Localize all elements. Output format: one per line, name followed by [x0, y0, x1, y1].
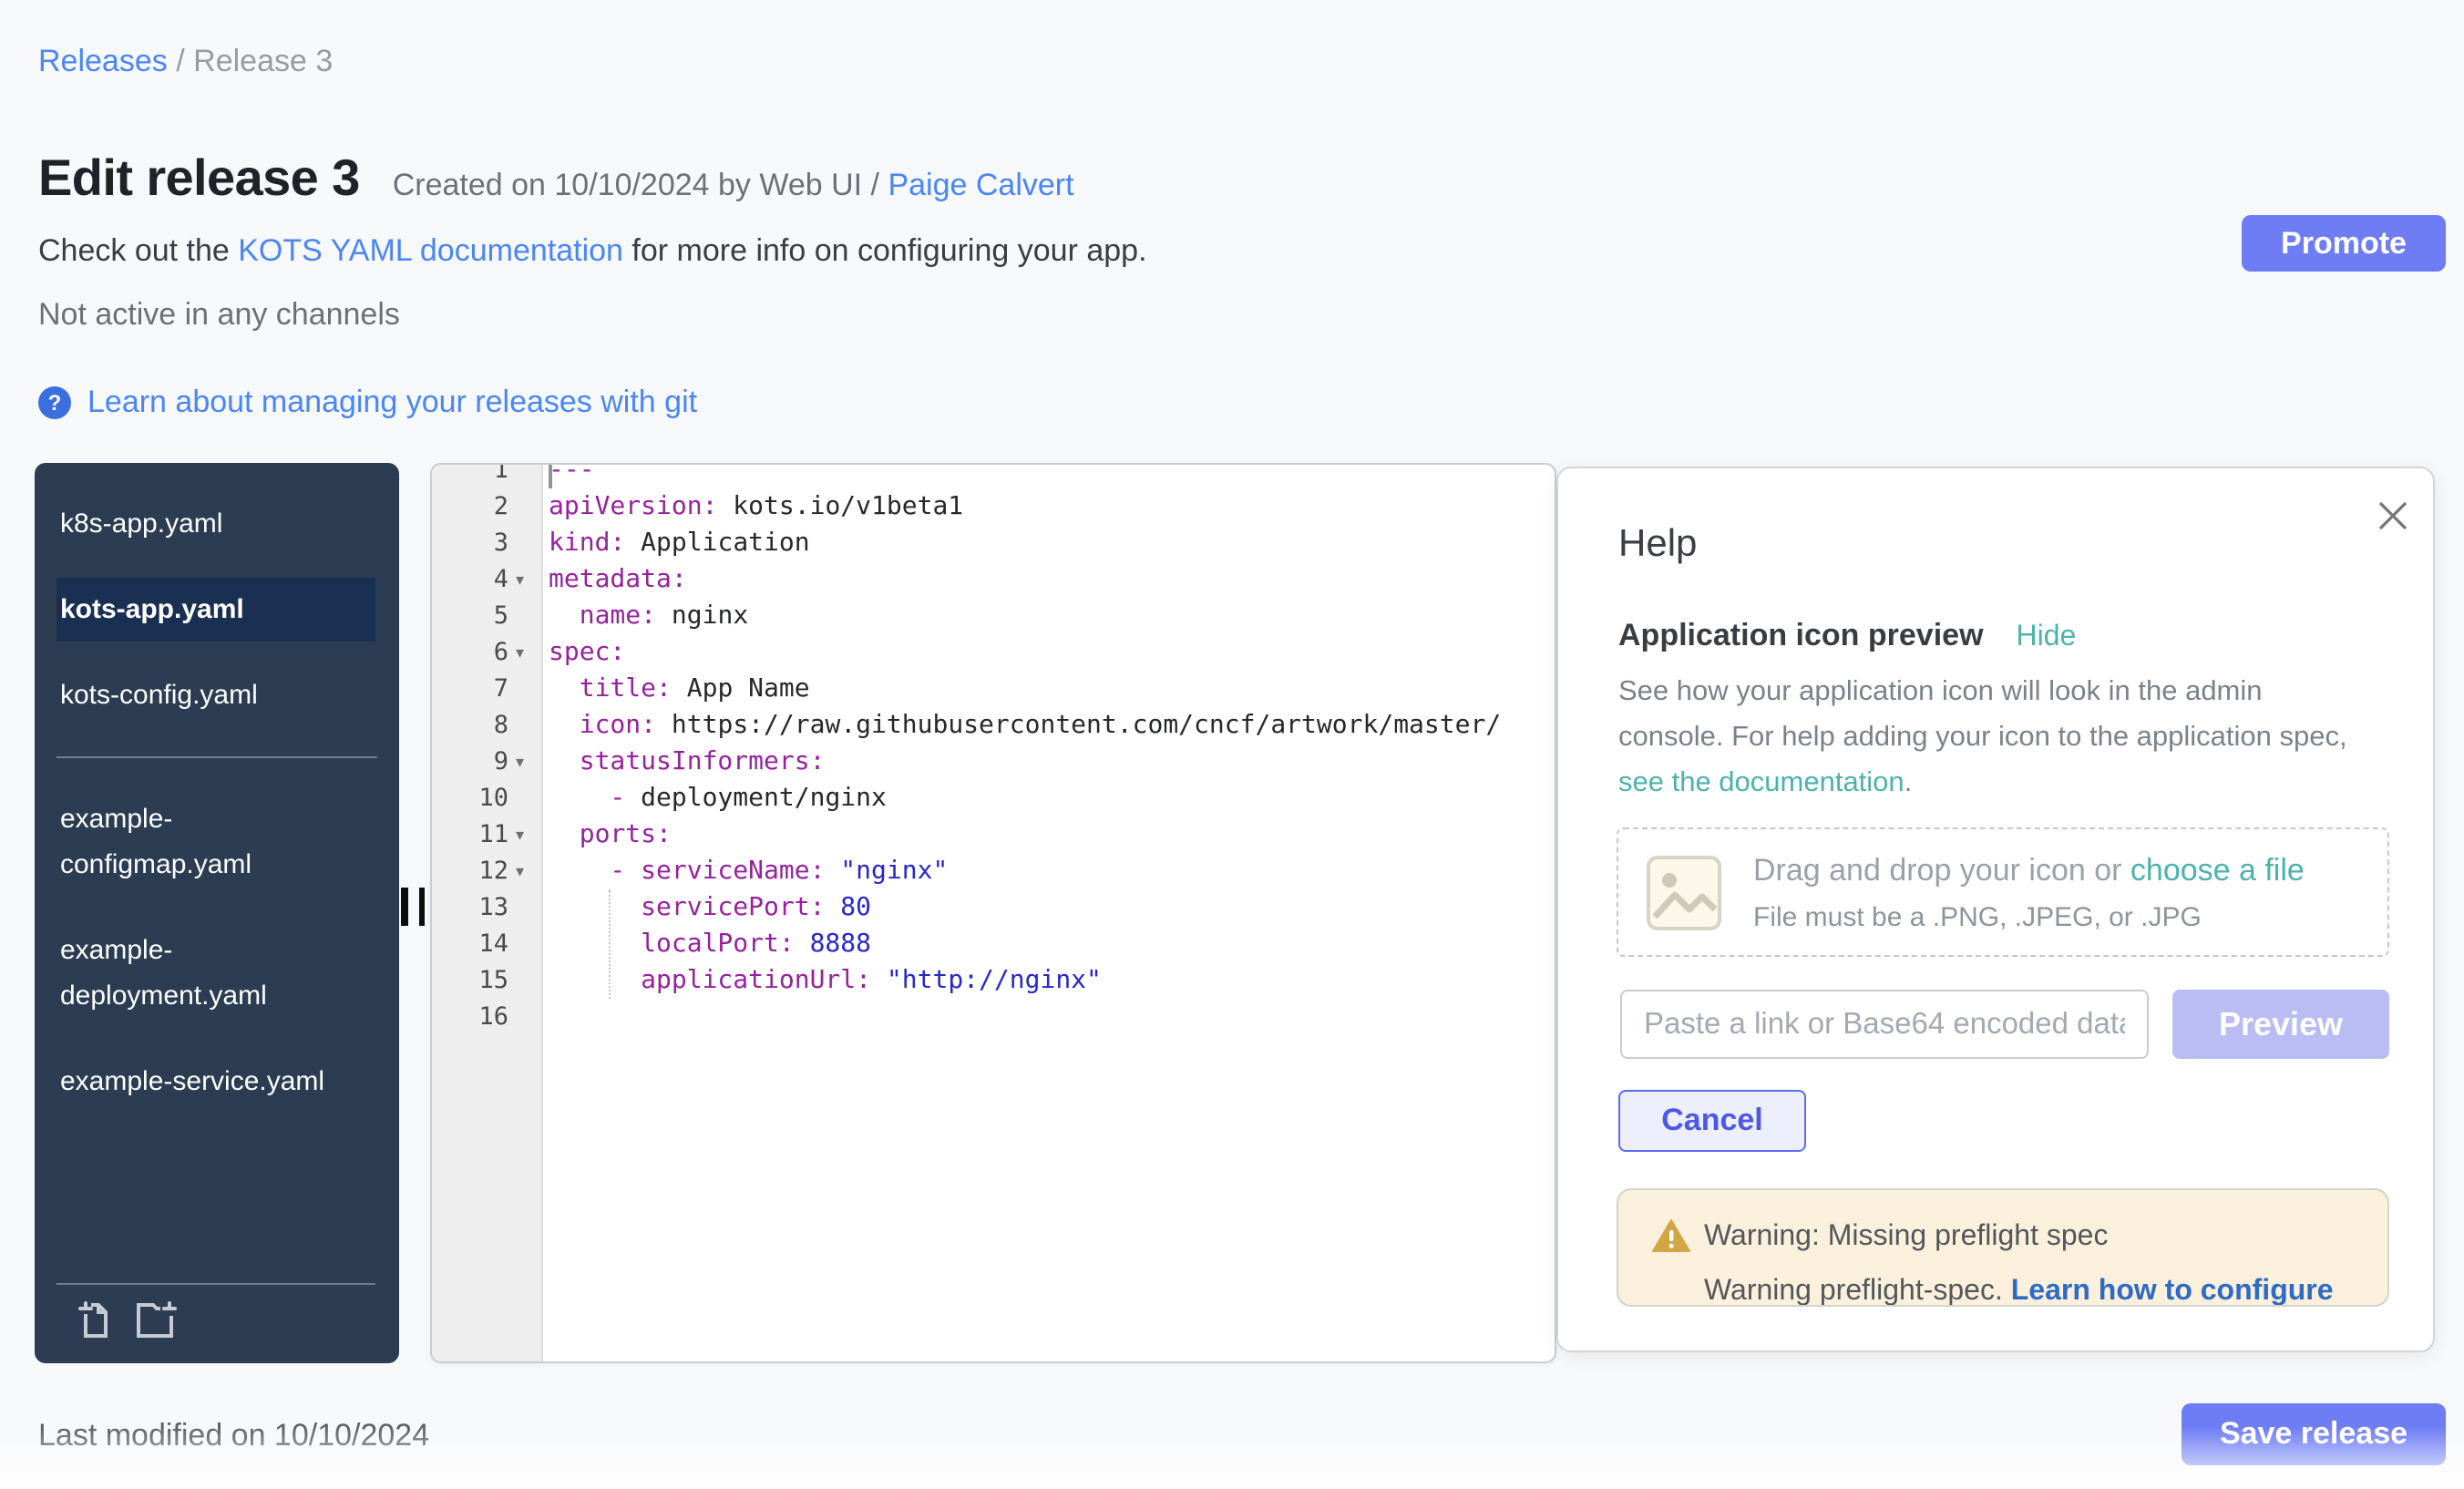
code-line[interactable]: icon: https://raw.githubusercontent.com/…: [549, 707, 1555, 744]
sidebar-divider: [56, 1283, 375, 1285]
code-line[interactable]: spec:: [549, 634, 1555, 671]
git-releases-link[interactable]: Learn about managing your releases with …: [87, 385, 697, 421]
see-documentation-link[interactable]: see the documentation: [1618, 767, 1904, 798]
sidebar-group-divider: [56, 756, 377, 758]
release-editor-page: Releases / Release 3 Edit release 3 Crea…: [0, 0, 2464, 1489]
line-number: 11: [432, 816, 508, 853]
dropzone-text: Drag and drop your icon or choose a file: [1753, 853, 2305, 889]
sidebar-item-k8s-app.yaml[interactable]: k8s-app.yaml: [56, 492, 375, 556]
sidebar-item-example-service.yaml[interactable]: example-service.yaml: [56, 1050, 375, 1114]
page-head: Edit release 3 Created on 10/10/2024 by …: [38, 149, 1074, 208]
promote-button[interactable]: Promote: [2242, 215, 2446, 272]
code-line[interactable]: applicationUrl: "http://nginx": [549, 962, 1555, 999]
line-number: 12: [432, 853, 508, 889]
section-title: Application icon preview: [1618, 618, 1984, 654]
file-list: k8s-app.yaml kots-app.yaml kots-config.yam…: [35, 492, 399, 1114]
configure-preflight-link[interactable]: Learn how to configure: [2011, 1276, 2334, 1307]
fold-arrow-icon[interactable]: ▾: [516, 561, 541, 598]
sidebar-item-example-deployment.yaml[interactable]: example-deployment.yaml: [56, 919, 375, 1028]
indent-guide: [609, 889, 611, 999]
line-number: 5: [432, 598, 508, 634]
close-icon[interactable]: [2375, 498, 2411, 534]
code-line[interactable]: ---: [549, 463, 1555, 488]
channel-status: Not active in any channels: [38, 297, 400, 334]
icon-dropzone[interactable]: Drag and drop your icon or choose a file…: [1617, 827, 2389, 957]
new-folder-icon[interactable]: [133, 1298, 180, 1350]
sidebar-item-kots-config.yaml[interactable]: kots-config.yaml: [56, 663, 375, 727]
sidebar-resize-handle[interactable]: [401, 888, 425, 926]
sidebar-item-example-configmap.yaml[interactable]: example-configmap.yaml: [56, 787, 375, 897]
code-line[interactable]: name: nginx: [549, 598, 1555, 634]
fold-arrow-icon[interactable]: ▾: [516, 816, 541, 853]
save-release-button[interactable]: Save release: [2182, 1403, 2446, 1465]
line-number: 4: [432, 561, 508, 598]
icon-url-input[interactable]: [1620, 990, 2149, 1059]
preview-button[interactable]: Preview: [2172, 990, 2389, 1059]
code-line[interactable]: - serviceName: "nginx": [549, 853, 1555, 889]
sidebar-actions: [75, 1298, 180, 1350]
breadcrumb-releases-link[interactable]: Releases: [38, 44, 168, 78]
help-title: Help: [1618, 523, 1697, 567]
fold-arrow-icon[interactable]: ▾: [516, 634, 541, 671]
new-file-icon[interactable]: [75, 1298, 115, 1350]
preflight-warning-box: Warning: Missing preflight spec Warning …: [1617, 1188, 2389, 1307]
page-title: Edit release 3: [38, 149, 360, 208]
choose-file-link[interactable]: choose a file: [2130, 853, 2305, 888]
question-icon: ?: [38, 386, 71, 419]
line-number: 9: [432, 744, 508, 780]
line-number: 16: [432, 999, 508, 1035]
icon-preview-section: Application icon preview Hide: [1618, 618, 2076, 654]
line-number: 1: [432, 463, 508, 488]
warning-title: Warning: Missing preflight spec: [1704, 1221, 2108, 1254]
last-modified: Last modified on 10/10/2024: [38, 1418, 429, 1454]
breadcrumb-current: Release 3: [193, 44, 333, 78]
docs-line: Check out the KOTS YAML documentation fo…: [38, 233, 1147, 270]
code-line[interactable]: metadata:: [549, 561, 1555, 598]
hide-link[interactable]: Hide: [2017, 621, 2077, 654]
warning-detail: Warning preflight-spec. Learn how to con…: [1704, 1276, 2334, 1307]
line-number: 14: [432, 926, 508, 962]
author-link[interactable]: Paige Calvert: [888, 168, 1073, 202]
line-number: 3: [432, 525, 508, 561]
dropzone-note: File must be a .PNG, .JPEG, or .JPG: [1753, 902, 2202, 933]
yaml-editor[interactable]: 1234▾56▾789▾1011▾12▾13141516 ---apiVersi…: [430, 463, 1556, 1363]
code-line[interactable]: apiVersion: kots.io/v1beta1: [549, 488, 1555, 525]
help-description: See how your application icon will look …: [1618, 669, 2402, 806]
help-panel: Help Application icon preview Hide See h…: [1556, 467, 2435, 1352]
line-number: 2: [432, 488, 508, 525]
line-number: 7: [432, 671, 508, 707]
line-number: 6: [432, 634, 508, 671]
sidebar-item-kots-app.yaml[interactable]: kots-app.yaml: [56, 578, 375, 642]
breadcrumb-separator: /: [176, 44, 193, 78]
git-help-row: ? Learn about managing your releases wit…: [38, 385, 697, 421]
created-info: Created on 10/10/2024 by Web UI / Paige …: [393, 168, 1074, 204]
text-cursor: [549, 463, 552, 488]
code-line[interactable]: - deployment/nginx: [549, 780, 1555, 816]
fold-arrow-icon[interactable]: ▾: [516, 853, 541, 889]
cancel-button[interactable]: Cancel: [1618, 1090, 1806, 1152]
warning-icon: [1651, 1217, 1691, 1263]
image-placeholder-icon: [1646, 855, 1722, 940]
code-line[interactable]: title: App Name: [549, 671, 1555, 707]
fold-arrow-icon[interactable]: ▾: [516, 744, 541, 780]
line-number: 8: [432, 707, 508, 744]
breadcrumb: Releases / Release 3: [38, 44, 333, 80]
line-number: 15: [432, 962, 508, 999]
kots-yaml-docs-link[interactable]: KOTS YAML documentation: [238, 233, 623, 268]
file-sidebar: k8s-app.yaml kots-app.yaml kots-config.yam…: [35, 463, 399, 1363]
code-line[interactable]: servicePort: 80: [549, 889, 1555, 926]
code-line[interactable]: localPort: 8888: [549, 926, 1555, 962]
code-line[interactable]: statusInformers:: [549, 744, 1555, 780]
line-number: 13: [432, 889, 508, 926]
line-number: 10: [432, 780, 508, 816]
code-line[interactable]: kind: Application: [549, 525, 1555, 561]
code-line[interactable]: ports:: [549, 816, 1555, 853]
